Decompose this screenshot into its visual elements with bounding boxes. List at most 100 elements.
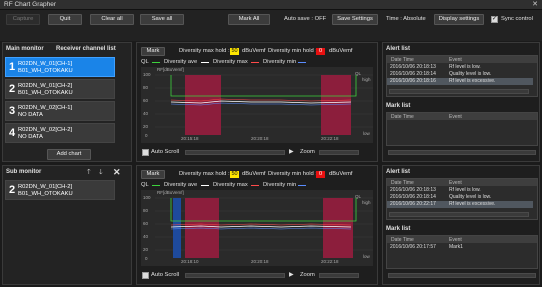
add-chart-button[interactable]: Add chart [47,149,91,160]
title-bar: RF Chart Grapher ✕ [0,0,542,10]
legend-max-swatch [251,62,259,63]
col-date-time[interactable]: Date Time [391,114,414,120]
alert-time: 2016/10/06 20:18:14 [390,194,436,200]
alert-time: 2016/10/06 20:18:13 [390,187,436,193]
remove-icon[interactable]: ✕ [113,167,121,178]
mark-hscrollbar[interactable] [388,273,536,278]
col-event[interactable]: Event [449,114,462,120]
display-settings-button[interactable]: Display settings [434,14,484,25]
arrow-up-icon[interactable]: 🡑 [87,168,91,179]
x-tick: 20:20:18 [251,136,269,141]
x-tick: 20:15:18 [181,136,199,141]
y-tick: 40 [143,234,149,239]
quit-button[interactable]: Quit [48,14,82,25]
alert-hscrollbar[interactable] [389,212,529,217]
sub-channel-item-2[interactable]: 2 R02DN_W_01[CH-2] B01_WH_OTOKAKU [5,180,115,200]
y-tick: 100 [143,195,151,200]
mark-button[interactable]: Mark [141,47,165,56]
alert-event: Rf level is low. [449,187,481,193]
legend-ave: Diversity ave [164,182,198,188]
auto-scroll-checkbox[interactable] [142,149,149,156]
save-all-button[interactable]: Save all [140,14,184,25]
col-event[interactable]: Event [449,237,462,243]
alert-row[interactable]: 2016/10/06 20:18:13 Rf level is low. [387,64,533,71]
channel-number: 4 [9,127,16,139]
close-icon[interactable]: ✕ [532,0,538,8]
diversity-min-label: Diversity min hold : [268,171,317,177]
mark-list[interactable]: Date Time Event 2016/10/06 20:17:57 Mark… [386,235,538,269]
diversity-max-value[interactable]: 50 [230,48,239,55]
channel-name: B01_WH_OTOKAKU [18,68,73,74]
legend-ave-swatch [201,185,209,186]
alert-time: 2016/10/06 20:18:14 [390,71,436,77]
channel-item-1[interactable]: 1 R02DN_W_01[CH-1] B01_WH_OTOKAKU [5,57,115,77]
col-date-time[interactable]: Date Time [391,57,414,63]
toolbar: Capture Quit Clear all Save all Mark All… [0,10,542,41]
channel-item-4[interactable]: 4 R02DN_W_02[CH-2] NO DATA [5,123,115,143]
save-settings-button[interactable]: Save Settings [332,14,378,25]
zoom-slider[interactable] [319,273,359,278]
channel-number: 1 [9,61,16,73]
channel-number: 2 [9,184,16,196]
col-date-time[interactable]: Date Time [391,237,414,243]
main-chart-panel: Mark Diversity max hold : 50 dBuVemf Div… [136,42,378,162]
clear-all-button[interactable]: Clear all [90,14,134,25]
rf-chart-plot[interactable]: RF[dBuVemf] 100 80 60 40 20 0 QL high lo… [141,190,373,266]
zoom-label: Zoom [300,272,315,278]
y-axis-label: RF[dBuVemf] [157,67,184,72]
alarm-band [323,198,353,258]
mark-list-title: Mark list [386,226,411,232]
arrow-down-icon[interactable]: 🡓 [99,168,103,179]
channel-item-2[interactable]: 2 R02DN_W_01[CH-2] B01_WH_OTOKAKU [5,79,115,99]
alert-row[interactable]: 2016/10/06 20:22:17 Rf level is excessiv… [387,201,533,208]
rf-chart-plot[interactable]: RF[dBuVemf] 100 80 60 40 20 0 QL high lo… [141,67,373,143]
play-icon[interactable]: ▶ [289,272,293,278]
capture-button[interactable]: Capture [6,14,40,25]
mark-list[interactable]: Date Time Event [386,112,538,146]
channel-name: B01_WH_OTOKAKU [18,191,73,197]
diversity-min-value[interactable]: 0 [316,48,325,55]
sub-chart-panel: Mark Diversity max hold : 50 dBuVemf Div… [136,165,378,285]
col-event[interactable]: Event [449,180,462,186]
alert-list[interactable]: Date Time Event 2016/10/06 20:18:13 Rf l… [386,55,538,97]
mark-list-title: Mark list [386,103,411,109]
alert-row[interactable]: 2016/10/06 20:18:16 Rf level is excessiv… [387,78,533,85]
x-tick: 20:18:10 [181,259,199,264]
channel-name: NO DATA [18,134,43,140]
diversity-min-value[interactable]: 0 [316,171,325,178]
mark-all-button[interactable]: Mark All [228,14,270,25]
ql-axis-label: QL [355,194,362,199]
mark-row[interactable]: 2016/10/06 20:17:57 Mark1 [387,244,533,251]
legend-max: Diversity max [213,182,248,188]
mark-button[interactable]: Mark [141,170,165,179]
alert-time: 2016/10/06 20:18:16 [390,78,436,84]
channel-receiver: R02DN_W_02[CH-2] [18,127,73,133]
col-event[interactable]: Event [449,57,462,63]
legend-min-swatch [298,185,306,186]
alert-hscrollbar[interactable] [389,89,529,94]
mark-event: Mark1 [449,244,463,250]
auto-scroll-checkbox[interactable] [142,272,149,279]
y-tick: 60 [143,221,149,226]
play-icon[interactable]: ▶ [289,149,293,155]
y-tick: 0 [145,256,148,261]
alert-list[interactable]: Date Time Event 2016/10/06 20:18:13 Rf l… [386,178,538,220]
alert-row[interactable]: 2016/10/06 20:18:13 Rf level is low. [387,187,533,194]
unit-label: dBuVemf [329,48,353,54]
alert-list-title: Alert list [386,46,411,52]
col-date-time[interactable]: Date Time [391,180,414,186]
x-tick: 20:22:18 [321,136,339,141]
diversity-max-value[interactable]: 50 [230,171,239,178]
main-monitor-panel: Main monitor Receiver channel list 1 R02… [2,42,132,162]
high-label: high [362,200,371,205]
zoom-slider[interactable] [319,150,359,155]
channel-item-3[interactable]: 3 R02DN_W_02[CH-1] NO DATA [5,101,115,121]
time-scrollbar[interactable] [185,273,285,278]
high-label: high [362,77,371,82]
alert-row[interactable]: 2016/10/06 20:18:14 Quality level is low… [387,194,533,201]
alert-row[interactable]: 2016/10/06 20:18:14 Quality level is low… [387,71,533,78]
sync-control-checkbox[interactable]: ✓ [491,16,498,23]
legend-ave: Diversity ave [164,59,198,65]
mark-hscrollbar[interactable] [388,150,536,155]
time-scrollbar[interactable] [185,150,285,155]
